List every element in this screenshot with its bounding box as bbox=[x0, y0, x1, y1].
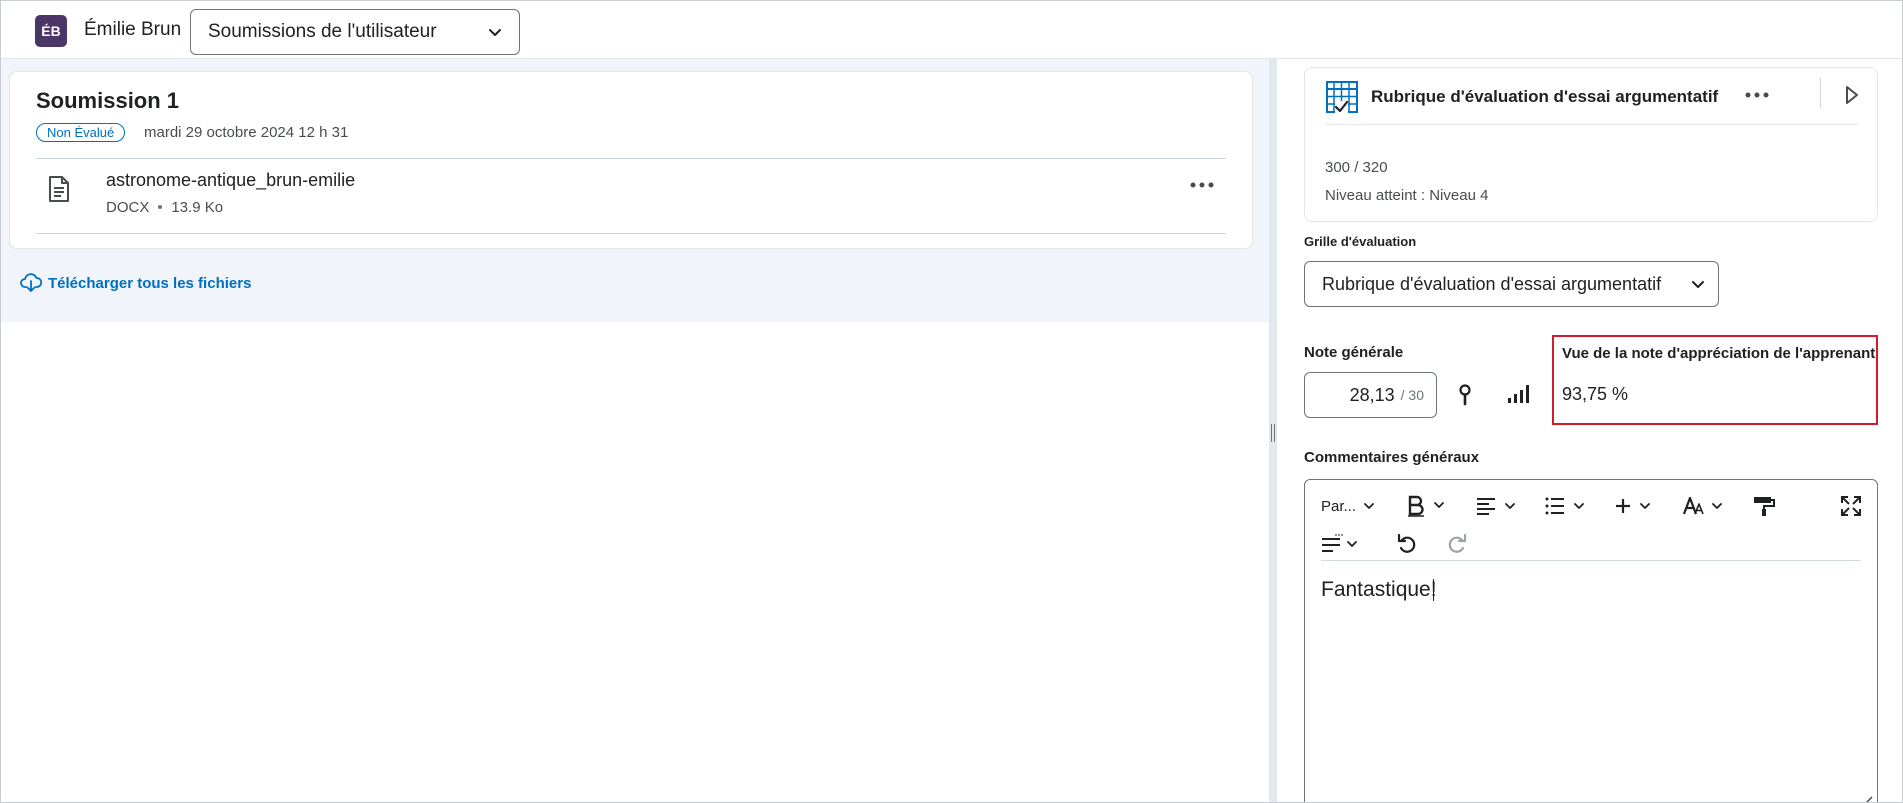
rubric-title[interactable]: Rubrique d'évaluation d'essai argumentat… bbox=[1371, 87, 1718, 107]
top-bar: ÉB Émilie Brun Soumissions de l'utilisat… bbox=[1, 1, 1902, 59]
fullscreen-icon[interactable] bbox=[1841, 494, 1861, 518]
cloud-download-icon bbox=[20, 273, 42, 292]
chevron-down-icon bbox=[487, 24, 503, 46]
redo-icon[interactable] bbox=[1445, 532, 1467, 556]
grid-select-value: Rubrique d'évaluation d'essai argumentat… bbox=[1322, 273, 1662, 294]
evaluation-panel: Rubrique d'évaluation d'essai argumentat… bbox=[1277, 59, 1902, 802]
editor-toolbar-row: Par... bbox=[1321, 494, 1861, 518]
play-icon[interactable] bbox=[1845, 85, 1859, 110]
text-caret bbox=[1432, 579, 1434, 602]
overall-grade-label: Note générale bbox=[1304, 344, 1404, 361]
user-name: Émilie Brun bbox=[84, 19, 182, 40]
learner-grade-view: Vue de la note d'appréciation de l'appre… bbox=[1552, 335, 1878, 425]
submission-panel: Soumission 1 Non Évalué mardi 29 octobre… bbox=[1, 59, 1269, 802]
line-spacing-icon[interactable] bbox=[1321, 532, 1361, 556]
more-options-icon[interactable] bbox=[1745, 86, 1769, 104]
rubric-grid-icon bbox=[1325, 80, 1359, 119]
editor-toolbar-row bbox=[1321, 532, 1861, 556]
resize-handle-icon[interactable] bbox=[1859, 795, 1873, 802]
grid-select[interactable]: Rubrique d'évaluation d'essai argumentat… bbox=[1304, 261, 1719, 307]
learner-grade-label: Vue de la note d'appréciation de l'appre… bbox=[1562, 345, 1876, 362]
grade-value: 28,13 bbox=[1349, 384, 1395, 405]
more-options-icon[interactable] bbox=[1190, 176, 1214, 194]
divider bbox=[1325, 124, 1859, 125]
rubric-score: 300 / 320 bbox=[1325, 159, 1388, 176]
file-meta: DOCX 13.9 Ko bbox=[106, 199, 223, 216]
divider bbox=[36, 233, 1226, 234]
download-all-link[interactable]: Télécharger tous les fichiers bbox=[20, 273, 251, 293]
file-type: DOCX bbox=[106, 199, 150, 216]
rubric-card: Rubrique d'évaluation d'essai argumentat… bbox=[1304, 67, 1878, 222]
submission-card: Soumission 1 Non Évalué mardi 29 octobre… bbox=[9, 71, 1253, 249]
file-size: 13.9 Ko bbox=[171, 199, 224, 216]
comments-editor[interactable]: Par... Fantastique! bbox=[1304, 479, 1878, 802]
divider bbox=[36, 158, 1226, 159]
divider bbox=[1321, 560, 1861, 561]
avatar: ÉB bbox=[35, 15, 67, 47]
comments-text[interactable]: Fantastique! bbox=[1321, 578, 1437, 602]
paragraph-format-select[interactable]: Par... bbox=[1321, 494, 1376, 518]
splitter-grip-icon[interactable] bbox=[1269, 424, 1277, 442]
download-all-label: Télécharger tous les fichiers bbox=[48, 274, 252, 292]
grade-out-of: / 30 bbox=[1400, 387, 1424, 403]
pin-icon[interactable] bbox=[1457, 384, 1473, 411]
document-icon bbox=[48, 176, 70, 207]
app-frame: ÉB Émilie Brun Soumissions de l'utilisat… bbox=[0, 0, 1903, 803]
file-name-link[interactable]: astronome-antique_brun-emilie bbox=[106, 170, 355, 191]
status-badge: Non Évalué bbox=[36, 123, 126, 142]
submission-title: Soumission 1 bbox=[36, 88, 180, 113]
chevron-down-icon bbox=[1364, 503, 1374, 509]
font-size-icon[interactable] bbox=[1683, 494, 1725, 518]
rubric-level: Niveau atteint : Niveau 4 bbox=[1325, 187, 1489, 204]
statistics-bars-icon[interactable] bbox=[1507, 384, 1529, 409]
bulleted-list-icon[interactable] bbox=[1545, 494, 1587, 518]
overall-grade-input[interactable]: 28,13 / 30 bbox=[1304, 372, 1437, 418]
comments-label: Commentaires généraux bbox=[1304, 449, 1480, 466]
submissions-select[interactable]: Soumissions de l'utilisateur bbox=[190, 9, 520, 55]
undo-icon[interactable] bbox=[1397, 532, 1419, 556]
submissions-select-value: Soumissions de l'utilisateur bbox=[208, 21, 437, 42]
comments-text-value: Fantastique! bbox=[1321, 578, 1437, 601]
learner-grade-value: 93,75 % bbox=[1562, 384, 1629, 404]
separator-dot bbox=[158, 204, 163, 209]
bold-icon[interactable] bbox=[1407, 494, 1447, 518]
chevron-down-icon bbox=[1690, 276, 1706, 297]
align-left-icon[interactable] bbox=[1476, 494, 1518, 518]
divider bbox=[1820, 78, 1821, 108]
grid-label: Grille d'évaluation bbox=[1304, 234, 1417, 249]
submission-date: mardi 29 octobre 2024 12 h 31 bbox=[144, 124, 349, 141]
insert-plus-icon[interactable] bbox=[1615, 494, 1655, 518]
paragraph-format-label: Par... bbox=[1321, 497, 1357, 515]
format-painter-icon[interactable] bbox=[1753, 494, 1775, 518]
